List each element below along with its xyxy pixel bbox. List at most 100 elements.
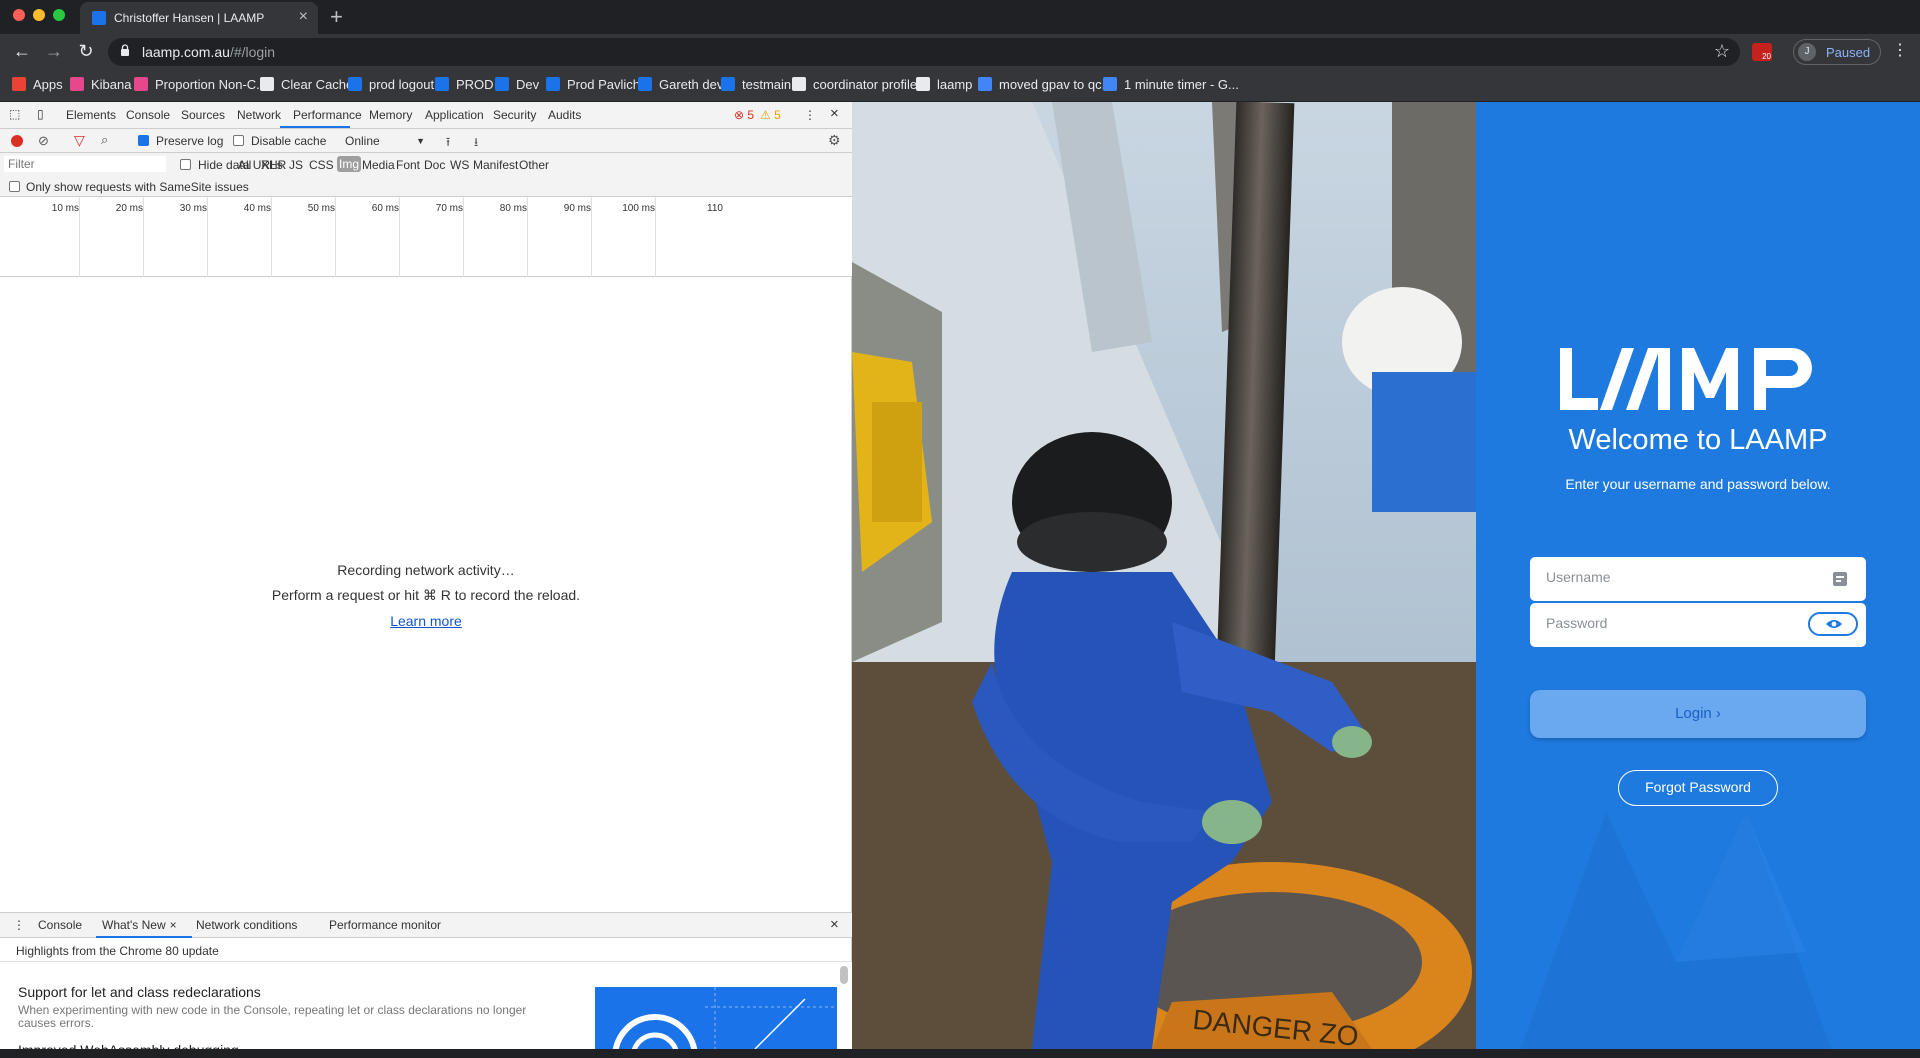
bookmark-label: laamp [937, 77, 973, 92]
bookmark-8[interactable]: Gareth dev [638, 77, 723, 92]
close-devtools-icon[interactable]: × [830, 105, 839, 122]
drawer-tab-1[interactable]: What's New × [96, 918, 192, 938]
close-tab-icon[interactable]: × [299, 8, 308, 26]
new-tab-button[interactable]: + [330, 4, 343, 30]
samesite-checkbox[interactable] [9, 181, 20, 192]
network-toolbar: ⊘ ▽ ⌕ Preserve log Disable cache Online ▼… [0, 129, 852, 153]
bookmark-10[interactable]: coordinator profiles [792, 77, 924, 92]
bookmark-4[interactable]: prod logout [348, 77, 434, 92]
devtools-tab-console[interactable]: Console [126, 108, 170, 122]
drawer-menu-icon[interactable]: ⋮ [13, 918, 25, 932]
export-har-icon[interactable]: ⭳ [474, 133, 478, 154]
back-button[interactable]: ← [11, 41, 33, 62]
forward-button[interactable]: → [43, 41, 65, 62]
type-filter-manifest[interactable]: Manifest [473, 158, 518, 172]
login-button[interactable]: Login › [1530, 690, 1866, 738]
import-har-icon[interactable]: ⭱ [446, 133, 450, 154]
password-input[interactable] [1546, 615, 1806, 631]
timeline-gridline [527, 197, 528, 277]
bookmark-label: 1 minute timer - G... [1124, 77, 1239, 92]
type-filter-other[interactable]: Other [519, 158, 549, 172]
profile-button[interactable]: J Paused [1793, 39, 1881, 65]
filter-icon[interactable]: ▽ [74, 132, 85, 149]
username-input[interactable] [1546, 569, 1806, 585]
bookmark-1[interactable]: Kibana [70, 77, 131, 92]
bookmark-9[interactable]: testmain [721, 77, 791, 92]
devtools-tab-network[interactable]: Network [237, 108, 281, 122]
type-filter-media[interactable]: Media [362, 158, 395, 172]
bookmark-6[interactable]: Dev [495, 77, 539, 92]
clear-icon[interactable]: ⊘ [38, 133, 49, 149]
devtools-menu-icon[interactable]: ⋮ [804, 108, 816, 122]
bookmark-star-icon[interactable]: ☆ [1714, 41, 1730, 62]
throttle-select[interactable]: Online ▼ [345, 134, 425, 148]
type-filter-doc[interactable]: Doc [424, 158, 445, 172]
drawer-tab-label: What's New [102, 918, 166, 932]
bookmark-0[interactable]: Apps [12, 77, 63, 92]
devtools-tab-audits[interactable]: Audits [548, 108, 581, 122]
bookmark-13[interactable]: 1 minute timer - G... [1103, 77, 1239, 92]
drawer-tab-label: Network conditions [196, 918, 298, 932]
timeline-gridline [463, 197, 464, 277]
devtools-tab-memory[interactable]: Memory [369, 108, 412, 122]
drawer-tab-2[interactable]: Network conditions [196, 918, 297, 932]
address-bar[interactable]: laamp.com.au/#/login ☆ [108, 38, 1740, 66]
eye-icon [1826, 620, 1842, 628]
record-icon[interactable] [11, 135, 23, 147]
extension-calendar-icon[interactable]: 20 [1752, 43, 1772, 61]
learn-more-link[interactable]: Learn more [0, 613, 852, 629]
chrome-menu-icon[interactable]: ⋮ [1892, 40, 1908, 60]
hide-data-urls-checkbox[interactable] [180, 159, 191, 170]
bookmark-2[interactable]: Proportion Non-C... [134, 77, 267, 92]
disable-cache-checkbox[interactable] [233, 135, 244, 146]
close-window-button[interactable] [13, 9, 25, 21]
inspect-element-icon[interactable]: ⬚ [9, 107, 20, 121]
show-password-toggle[interactable] [1808, 612, 1858, 636]
devtools-tab-application[interactable]: Application [425, 108, 484, 122]
settings-gear-icon[interactable]: ⚙ [828, 132, 841, 149]
close-tab-icon[interactable]: × [170, 918, 177, 932]
type-filter-js[interactable]: JS [289, 158, 303, 172]
whats-new-content: Support for let and class redeclarations… [0, 962, 852, 1058]
username-field[interactable] [1530, 557, 1866, 601]
bookmark-favicon-icon [70, 77, 84, 91]
devtools-tab-sources[interactable]: Sources [181, 108, 225, 122]
devtools-tab-performance[interactable]: Performance [293, 108, 362, 122]
drawer-tab-0[interactable]: Console [38, 918, 82, 932]
laamp-logo [1560, 348, 1812, 410]
warning-count[interactable]: ⚠ 5 [760, 108, 781, 122]
network-timeline-overview[interactable]: 10 ms 20 ms 30 ms 40 ms 50 ms 60 ms 70 ms 80 ms… [0, 197, 852, 277]
bookmark-3[interactable]: Clear Cache [260, 77, 353, 92]
bookmark-5[interactable]: PROD [435, 77, 494, 92]
close-drawer-icon[interactable]: × [830, 916, 839, 933]
bookmark-favicon-icon [792, 77, 806, 91]
type-filter-ws[interactable]: WS [450, 158, 469, 172]
search-icon[interactable]: ⌕ [101, 132, 108, 148]
type-filter-img[interactable]: Img [337, 156, 362, 172]
error-count[interactable]: ⊗ 5 [734, 108, 754, 122]
timeline-tick-label: 40 ms [243, 203, 271, 214]
device-toolbar-icon[interactable]: ▯ [37, 107, 44, 121]
preserve-log-checkbox[interactable] [138, 135, 149, 146]
maximize-window-button[interactable] [53, 9, 65, 21]
drawer-tab-3[interactable]: Performance monitor [329, 918, 441, 932]
password-manager-icon[interactable] [1832, 570, 1848, 588]
timeline-tick-label: 20 ms [115, 203, 143, 214]
type-filter-css[interactable]: CSS [309, 158, 334, 172]
browser-tab[interactable]: Christoffer Hansen | LAAMP × [80, 2, 318, 34]
type-filter-font[interactable]: Font [396, 158, 420, 172]
type-filter-all[interactable]: All [238, 158, 251, 172]
forgot-password-button[interactable]: Forgot Password [1618, 770, 1778, 806]
bookmark-7[interactable]: Prod Pavlich [546, 77, 640, 92]
password-field[interactable] [1530, 603, 1866, 647]
scrollbar-thumb[interactable] [840, 966, 848, 984]
bookmark-12[interactable]: moved gpav to qc... [978, 77, 1112, 92]
filter-input[interactable] [4, 156, 166, 172]
devtools-tab-security[interactable]: Security [493, 108, 536, 122]
devtools-tab-elements[interactable]: Elements [66, 108, 116, 122]
type-filter-xhr[interactable]: XHR [261, 158, 286, 172]
minimize-window-button[interactable] [33, 9, 45, 21]
devtools-panel: ⬚ ▯ Elements Console Sources Network Perform… [0, 102, 852, 1058]
reload-button[interactable]: ↻ [75, 41, 97, 62]
bookmark-11[interactable]: laamp [916, 77, 972, 92]
